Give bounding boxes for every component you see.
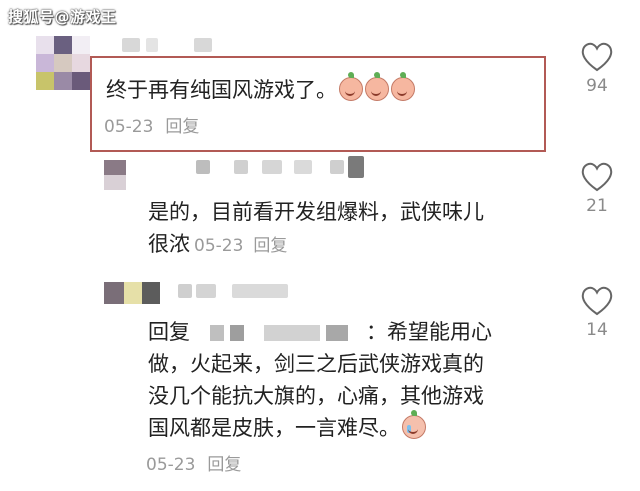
comment-text: 回复 ：希望能用心 — [148, 316, 492, 348]
comment-meta: 05-23 回复 — [104, 112, 211, 137]
laugh-emoji-icon — [391, 72, 415, 101]
comment-text: 做，火起来，剑三之后武侠游戏真的 — [148, 352, 484, 376]
like-button[interactable]: 21 — [574, 162, 620, 216]
reply-colon: ： — [366, 320, 387, 344]
comment-text: 是的，目前看开发组爆料，武侠味儿 — [148, 200, 484, 224]
mentioned-username-blurred[interactable] — [210, 325, 224, 341]
username-blurred[interactable] — [178, 284, 192, 298]
laugh-emoji-icon — [365, 72, 389, 101]
comment-text-line: 终于再有纯国风游戏了。 — [106, 78, 337, 102]
comment-meta: 05-23 回复 — [194, 236, 297, 256]
heart-icon[interactable] — [580, 162, 614, 192]
watermark: 搜狐号@游戏王 — [8, 8, 117, 26]
comment-text: 很浓 05-23 回复 — [148, 228, 297, 262]
comment-date: 05-23 — [146, 455, 196, 475]
mentioned-username-blurred[interactable] — [264, 325, 320, 341]
comment-text-line: 很浓 — [148, 232, 190, 256]
username-blurred[interactable] — [194, 38, 212, 52]
comment-date: 05-23 — [104, 117, 154, 137]
username-blurred[interactable] — [196, 284, 216, 298]
comment-text: 国风都是皮肤，一言难尽。 — [148, 410, 426, 444]
mentioned-username-blurred[interactable] — [230, 325, 244, 341]
username-blurred[interactable] — [330, 160, 344, 174]
comment-text: 没几个能抗大旗的，心痛，其他游戏 — [148, 384, 484, 408]
username-blurred[interactable] — [196, 160, 210, 174]
comment-meta: 05-23 回复 — [146, 450, 253, 475]
crying-emoji-icon — [402, 410, 426, 439]
username-blurred[interactable] — [232, 284, 288, 298]
comment-date: 05-23 — [194, 236, 244, 256]
reply-button[interactable]: 回复 — [253, 236, 287, 256]
like-button[interactable]: 94 — [574, 42, 620, 96]
avatar[interactable] — [104, 282, 160, 304]
reply-prefix: 回复 — [148, 320, 190, 344]
like-count: 14 — [586, 320, 608, 340]
like-button[interactable]: 14 — [574, 286, 620, 340]
like-count: 21 — [586, 196, 608, 216]
comment-text: 终于再有纯国风游戏了。 — [106, 72, 415, 106]
username-blurred[interactable] — [146, 38, 158, 52]
reply-button[interactable]: 回复 — [165, 117, 199, 137]
reply-button[interactable]: 回复 — [207, 455, 241, 475]
comment-text-line: 国风都是皮肤，一言难尽。 — [148, 416, 400, 440]
avatar[interactable] — [104, 160, 126, 190]
username-blurred[interactable] — [122, 38, 140, 52]
username-blurred[interactable] — [294, 160, 312, 174]
avatar[interactable] — [36, 36, 90, 90]
username-blurred[interactable] — [348, 156, 364, 178]
comment-text-line: 希望能用心 — [387, 320, 492, 344]
username-blurred[interactable] — [234, 160, 248, 174]
heart-icon[interactable] — [580, 286, 614, 316]
laugh-emoji-icon — [339, 72, 363, 101]
username-blurred[interactable] — [262, 160, 282, 174]
mentioned-username-blurred[interactable] — [326, 325, 348, 341]
like-count: 94 — [586, 76, 608, 96]
heart-icon[interactable] — [580, 42, 614, 72]
